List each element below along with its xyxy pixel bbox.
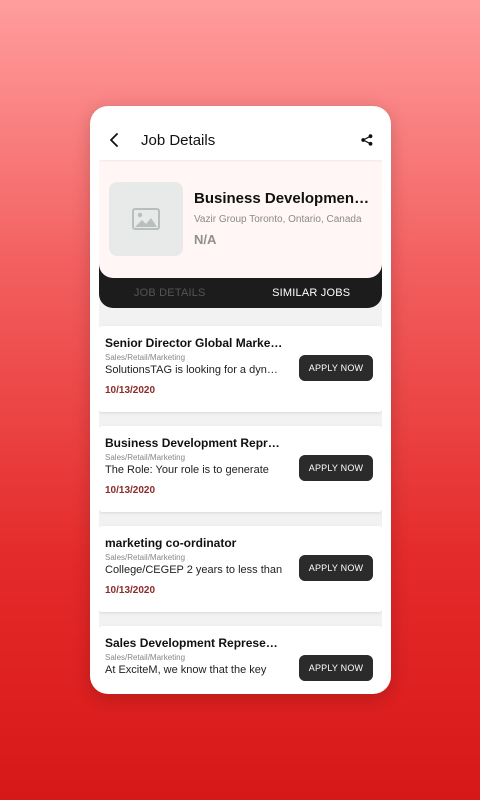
item-category: Sales/Retail/Marketing	[105, 653, 186, 662]
job-company-location: Vazir Group Toronto, Ontario, Canada	[194, 214, 362, 225]
item-description: SolutionsTAG is looking for a dynamic	[105, 364, 283, 376]
item-title: marketing co-ordinator	[105, 536, 237, 550]
apply-now-button[interactable]: APPLY NOW	[299, 655, 373, 681]
app-screen: Job Details Business Development… Vazir …	[99, 120, 382, 686]
list-item[interactable]: Senior Director Global Marketing Sales/R…	[99, 326, 382, 412]
list-item[interactable]: Business Development Representative Sale…	[99, 426, 382, 512]
item-description: College/CEGEP 2 years to less than	[105, 564, 283, 576]
page-title: Job Details	[141, 131, 216, 149]
item-description: The Role: Your role is to generate	[105, 464, 269, 476]
job-title: Business Development…	[194, 190, 372, 207]
apply-now-button[interactable]: APPLY NOW	[299, 455, 373, 481]
similar-jobs-list: Senior Director Global Marketing Sales/R…	[99, 326, 382, 686]
job-salary: N/A	[194, 232, 217, 247]
item-description: At ExciteM, we know that the key	[105, 664, 267, 676]
item-category: Sales/Retail/Marketing	[105, 453, 186, 462]
list-item[interactable]: Sales Development Representative Sales/R…	[99, 626, 382, 686]
item-title: Senior Director Global Marketing	[105, 336, 285, 350]
phone-frame: Job Details Business Development… Vazir …	[90, 106, 391, 694]
item-date: 10/13/2020	[105, 385, 156, 396]
share-button[interactable]	[352, 120, 382, 160]
apply-now-button[interactable]: APPLY NOW	[299, 555, 373, 581]
back-button[interactable]	[99, 120, 131, 160]
app-bar: Job Details	[99, 120, 382, 160]
job-summary-card: Business Development… Vazir Group Toront…	[99, 160, 382, 278]
tab-similar-jobs[interactable]: SIMILAR JOBS	[241, 278, 383, 308]
apply-now-button[interactable]: APPLY NOW	[299, 355, 373, 381]
item-title: Business Development Representative	[105, 436, 285, 450]
item-date: 10/13/2020	[105, 485, 156, 496]
company-logo	[109, 182, 183, 256]
chevron-left-icon	[110, 133, 118, 147]
job-header: Business Development… Vazir Group Toront…	[99, 160, 382, 308]
share-icon	[361, 134, 373, 146]
item-title: Sales Development Representative	[105, 636, 285, 650]
item-date: 10/13/2020	[105, 585, 156, 596]
image-placeholder-icon	[132, 208, 160, 230]
list-item[interactable]: marketing co-ordinator Sales/Retail/Mark…	[99, 526, 382, 612]
tab-bar: JOB DETAILS SIMILAR JOBS	[99, 278, 382, 308]
item-category: Sales/Retail/Marketing	[105, 353, 186, 362]
item-category: Sales/Retail/Marketing	[105, 553, 186, 562]
tab-job-details[interactable]: JOB DETAILS	[99, 278, 241, 308]
